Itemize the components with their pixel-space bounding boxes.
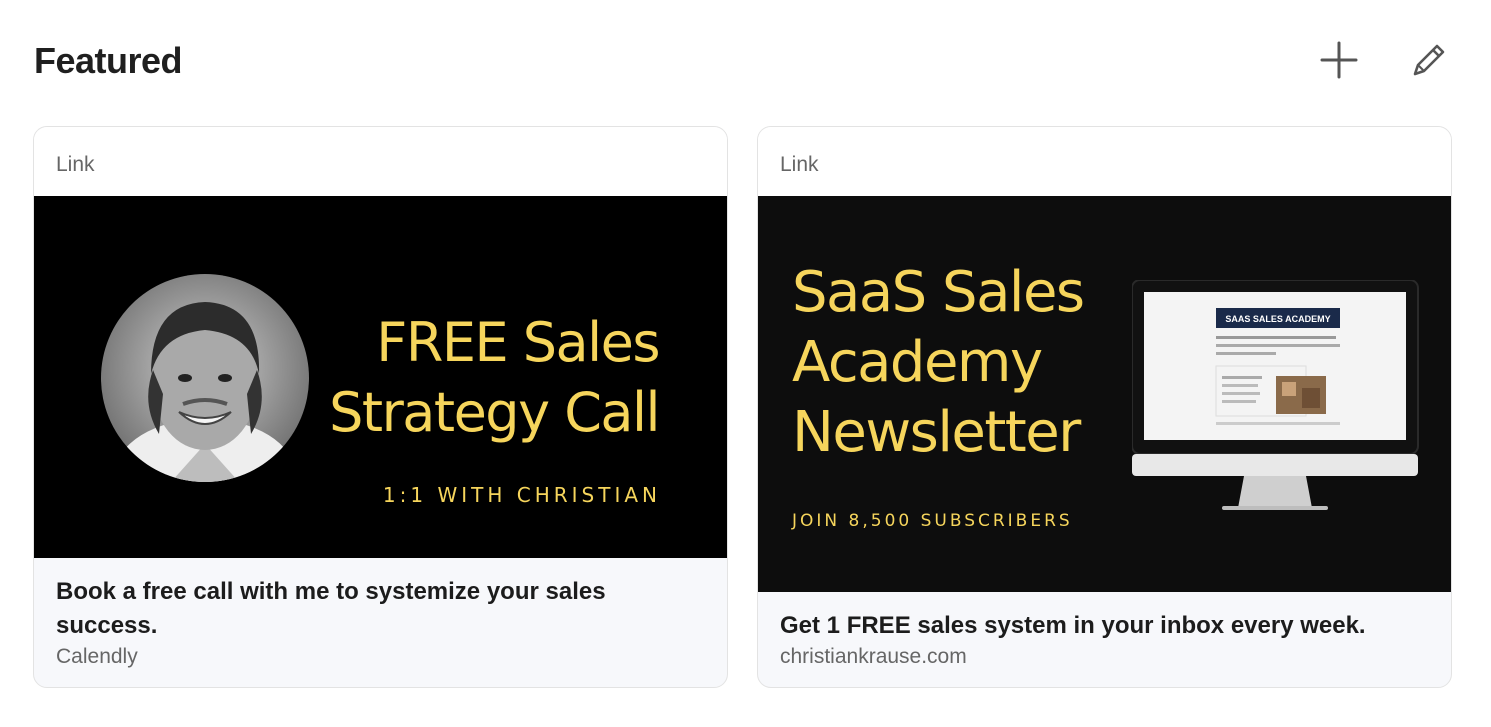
- screen-brand: SAAS SALES ACADEMY: [1225, 314, 1330, 324]
- image-headline: Strategy Call: [329, 381, 660, 444]
- card-type-label: Link: [56, 153, 95, 176]
- plus-icon: [1320, 41, 1358, 79]
- pencil-icon: [1413, 44, 1445, 76]
- image-headline: SaaS Sales: [792, 260, 1085, 325]
- section-title: Featured: [34, 40, 183, 81]
- card-source: Calendly: [56, 645, 138, 668]
- image-headline: Newsletter: [792, 400, 1081, 465]
- image-subline: JOIN 8,500 SUBSCRIBERS: [792, 511, 1073, 531]
- card-description[interactable]: Get 1 FREE sales system in your inbox ev…: [780, 609, 1429, 643]
- card-type-label: Link: [780, 153, 819, 176]
- card-description[interactable]: Book a free call with me to systemize yo…: [56, 575, 705, 643]
- featured-card-calendly[interactable]: Link FREE Sales Strategy Call 1:1 WITH C…: [33, 126, 728, 688]
- image-headline: Academy: [792, 330, 1043, 395]
- image-headline: FREE Sales: [376, 311, 660, 374]
- monitor-illustration: SAAS SALES ACADEMY: [1131, 279, 1422, 517]
- add-featured-button[interactable]: [1317, 38, 1361, 82]
- header-actions: [1317, 38, 1451, 82]
- card-thumbnail[interactable]: SaaS Sales Academy Newsletter JOIN 8,500…: [758, 196, 1451, 592]
- featured-card-newsletter[interactable]: Link SaaS Sales Academy Newsletter JOIN …: [757, 126, 1452, 688]
- image-subline: 1:1 WITH CHRISTIAN: [382, 483, 661, 507]
- avatar: [101, 274, 309, 482]
- card-source: christiankrause.com: [780, 645, 967, 668]
- card-thumbnail[interactable]: FREE Sales Strategy Call 1:1 WITH CHRIST…: [34, 196, 727, 558]
- edit-featured-button[interactable]: [1407, 38, 1451, 82]
